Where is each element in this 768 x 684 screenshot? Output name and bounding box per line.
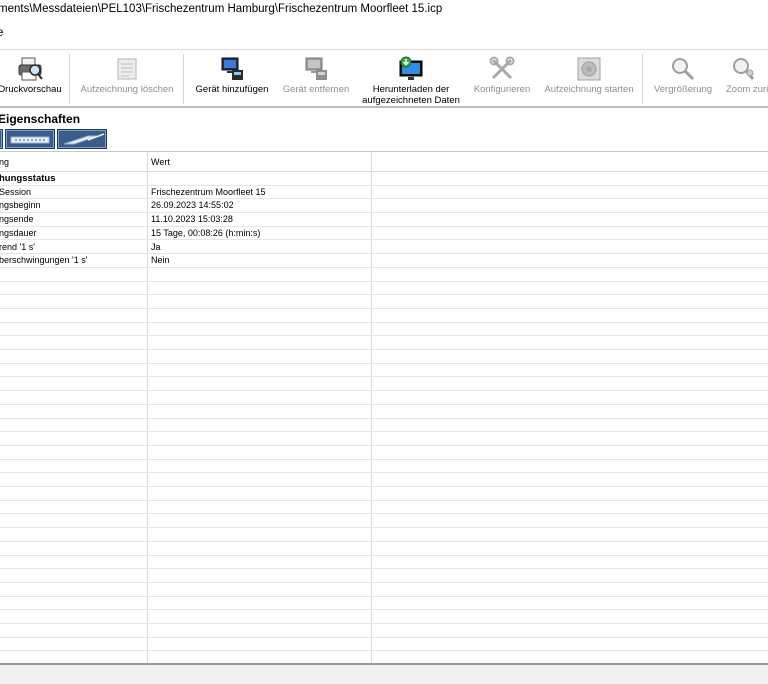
empty-row [0, 432, 768, 446]
properties-tab-strip [0, 128, 768, 150]
empty-row [0, 268, 768, 282]
property-value: 15 Tage, 00:08:26 (h:min:s) [151, 227, 261, 238]
remove-device-label: Gerät entfernen [282, 84, 350, 95]
properties-panel-header: Eigenschaften [0, 110, 768, 128]
table-row[interactable]: Session Frischezentrum Moorfleet 15 [0, 186, 768, 200]
column-header-name[interactable]: ng [0, 157, 9, 167]
configure-button[interactable]: Konfigurieren [468, 51, 536, 107]
empty-row [0, 323, 768, 337]
property-grid: ng Wert hungsstatus Session Frischezentr… [0, 151, 768, 663]
empty-row [0, 515, 768, 529]
start-recording-label: Aufzeichnung starten [544, 84, 634, 95]
table-row[interactable]: ngsende 11.10.2023 15:03:28 [0, 213, 768, 227]
print-preview-icon [18, 57, 43, 81]
empty-row [0, 419, 768, 433]
remove-device-button[interactable]: Gerät entfernen [278, 51, 354, 107]
empty-row [0, 350, 768, 364]
empty-row [0, 378, 768, 392]
empty-row [0, 473, 768, 488]
property-name: ngsbeginn [0, 200, 41, 211]
empty-row [0, 487, 768, 501]
print-preview-button[interactable]: Druckvorschau [0, 51, 64, 107]
zoom-in-label: Vergrößerung [653, 84, 713, 95]
property-name: rend '1 s' [0, 241, 35, 252]
property-value: Ja [151, 241, 161, 252]
start-recording-button[interactable]: Aufzeichnung starten [540, 51, 638, 107]
property-value: 26.09.2023 14:55:02 [151, 200, 234, 211]
property-value: 11.10.2023 15:03:28 [151, 214, 233, 225]
empty-row [0, 336, 768, 351]
zoom-in-icon [672, 58, 695, 81]
empty-row [0, 501, 768, 515]
delete-recording-button[interactable]: Aufzeichnung löschen [74, 51, 180, 107]
empty-row [0, 583, 768, 597]
properties-title: Eigenschaften [0, 112, 81, 126]
empty-row [0, 528, 768, 542]
empty-row [0, 624, 768, 638]
zoom-in-button[interactable]: Vergrößerung [648, 51, 718, 107]
group-label: hungsstatus [0, 173, 56, 184]
table-row[interactable]: berschwingungen '1 s' Nein [0, 254, 768, 268]
tab-channels[interactable] [5, 129, 55, 149]
print-preview-label: Druckvorschau [0, 84, 62, 95]
property-name: Session [0, 186, 32, 197]
zoom-reset-label: Zoom zurü [726, 84, 768, 95]
empty-row [0, 295, 768, 309]
toolbar-separator [69, 54, 70, 104]
toolbar-separator [642, 54, 643, 104]
window-title-bar: ments\Messdateien\PEL103\Frischezentrum … [0, 0, 768, 18]
property-value: Nein [151, 255, 170, 266]
download-data-label-line1: Herunterladen der [372, 84, 450, 95]
menu-bar: e [0, 18, 768, 50]
channel-strip-icon [10, 136, 50, 144]
empty-row [0, 556, 768, 570]
table-row[interactable]: ngsdauer 15 Tage, 00:08:26 (h:min:s) [0, 227, 768, 241]
property-value: Frischezentrum Moorfleet 15 [151, 186, 266, 197]
empty-row [0, 364, 768, 378]
download-data-icon [399, 56, 423, 80]
delete-recording-icon [117, 58, 137, 80]
probe-icon [63, 133, 105, 145]
toolbar: Druckvorschau Aufzeichnung löschen Gerät… [0, 51, 768, 108]
empty-row [0, 569, 768, 583]
tab-partial[interactable] [0, 129, 3, 149]
grid-header: ng Wert [0, 152, 768, 172]
column-header-value[interactable]: Wert [151, 157, 170, 167]
delete-recording-label: Aufzeichnung löschen [80, 84, 174, 95]
property-name: ngsdauer [0, 227, 37, 238]
empty-row [0, 282, 768, 296]
configure-icon [489, 56, 515, 80]
add-device-button[interactable]: Gerät hinzufügen [189, 51, 275, 107]
download-data-label-line2: aufgezeichneten Daten [362, 95, 460, 106]
table-row[interactable]: rend '1 s' Ja [0, 241, 768, 255]
window-title: ments\Messdateien\PEL103\Frischezentrum … [0, 3, 443, 15]
empty-row [0, 597, 768, 611]
property-name: ngsende [0, 214, 34, 225]
group-row[interactable]: hungsstatus [0, 172, 768, 186]
empty-row [0, 405, 768, 419]
empty-row [0, 391, 768, 405]
configure-label: Konfigurieren [473, 84, 531, 95]
zoom-reset-button[interactable]: Zoom zurü [724, 51, 768, 107]
remove-device-icon [305, 57, 327, 80]
add-device-label: Gerät hinzufügen [195, 84, 269, 95]
property-name: berschwingungen '1 s' [0, 255, 88, 266]
empty-row [0, 652, 768, 664]
empty-row [0, 309, 768, 323]
add-device-icon [221, 57, 243, 80]
table-row[interactable]: ngsbeginn 26.09.2023 14:55:02 [0, 199, 768, 214]
empty-row [0, 542, 768, 556]
empty-row [0, 638, 768, 652]
empty-row [0, 460, 768, 474]
menu-item[interactable]: e [0, 27, 3, 39]
start-recording-icon [577, 57, 601, 81]
download-data-button[interactable]: Herunterladen der aufgezeichneten Daten [358, 51, 464, 107]
zoom-reset-icon [733, 58, 755, 80]
empty-row [0, 610, 768, 625]
tab-probe[interactable] [57, 129, 107, 149]
toolbar-separator [183, 54, 184, 104]
status-bar [0, 663, 768, 684]
empty-row [0, 446, 768, 460]
